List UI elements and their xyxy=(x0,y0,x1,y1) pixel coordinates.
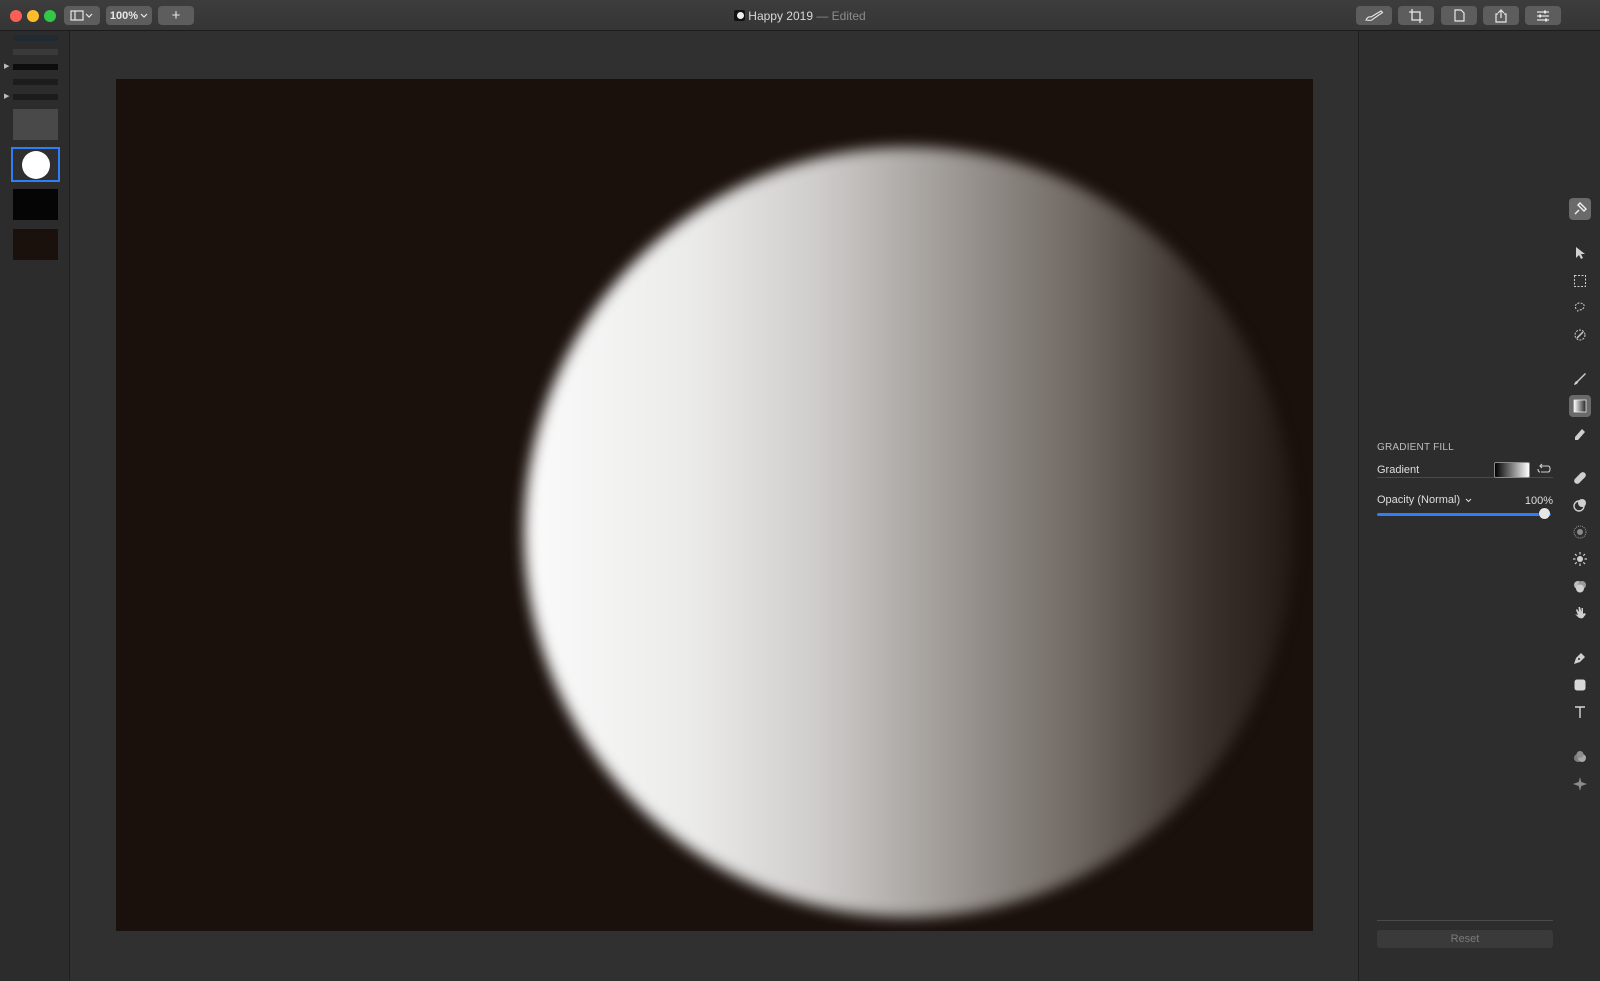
canvas-area xyxy=(70,31,1358,981)
brush-icon xyxy=(1365,9,1384,21)
adjustments-button[interactable] xyxy=(1525,6,1561,25)
layer-text-thumbnail[interactable] xyxy=(13,49,58,55)
magic-select-icon xyxy=(1574,329,1586,341)
title-bar: 100% + Happy 2019 — Edited xyxy=(0,0,1600,31)
color-adjust-icon xyxy=(1574,581,1586,593)
pen-nib-icon xyxy=(1574,653,1585,664)
blur-icon xyxy=(1573,525,1587,539)
layer-group-thumbnail[interactable] xyxy=(13,79,58,85)
hand-smudge-icon xyxy=(1575,607,1586,619)
text-t-icon xyxy=(1575,706,1585,718)
sparkle-tool[interactable] xyxy=(1569,773,1591,795)
rectangle-select-icon xyxy=(1574,275,1586,287)
crop-button[interactable] xyxy=(1398,6,1434,25)
layer-group-thumbnail[interactable] xyxy=(13,64,58,70)
opacity-value: 100% xyxy=(1524,495,1553,507)
paint-brush-tool[interactable] xyxy=(1569,368,1591,390)
layer-gray-thumbnail[interactable] xyxy=(13,109,58,140)
lasso-icon xyxy=(1574,302,1585,314)
opacity-slider-knob[interactable] xyxy=(1539,508,1550,519)
section-title: GRADIENT FILL xyxy=(1377,442,1454,453)
retouch-tool[interactable] xyxy=(1569,467,1591,489)
color-tool[interactable] xyxy=(1569,575,1591,597)
disclosure-triangle-icon[interactable]: ▶ xyxy=(4,92,9,100)
blur-tool[interactable] xyxy=(1569,521,1591,543)
document-icon xyxy=(1453,9,1465,22)
tool-brush-settings-icon xyxy=(1574,202,1587,215)
magic-select-tool[interactable] xyxy=(1569,324,1591,346)
rect-select-tool[interactable] xyxy=(1569,270,1591,292)
reset-button[interactable]: Reset xyxy=(1377,930,1553,948)
sun-icon xyxy=(1573,552,1587,566)
document-name: Happy 2019 xyxy=(748,9,813,23)
document-thumbnail-icon xyxy=(734,10,746,21)
layer-circle-thumbnail-selected[interactable] xyxy=(11,147,60,182)
opacity-dropdown[interactable]: Opacity (Normal) xyxy=(1377,494,1472,506)
inspector-panel: GRADIENT FILL Gradient Opacity (Normal) … xyxy=(1358,31,1560,981)
gradient-label: Gradient xyxy=(1377,464,1420,476)
eraser-icon xyxy=(1575,429,1585,440)
layers-sidebar: ▶ ▶ xyxy=(0,31,70,981)
tool-strip xyxy=(1560,31,1600,981)
pen-tool[interactable] xyxy=(1569,647,1591,669)
gradient-swatch[interactable] xyxy=(1494,462,1530,478)
share-icon xyxy=(1495,8,1507,23)
lasso-tool[interactable] xyxy=(1569,297,1591,319)
brush-button[interactable] xyxy=(1356,6,1392,25)
adjustments-icon xyxy=(1537,10,1549,21)
arrange-tool[interactable] xyxy=(1569,198,1591,220)
gradient-circle xyxy=(524,147,1294,917)
gradient-fill-icon xyxy=(1573,399,1587,413)
layer-background-thumbnail[interactable] xyxy=(13,229,58,260)
layer-black-thumbnail[interactable] xyxy=(13,189,58,220)
layer-group-thumbnail[interactable] xyxy=(13,35,58,41)
opacity-slider-track[interactable] xyxy=(1377,513,1551,516)
share-button[interactable] xyxy=(1483,6,1519,25)
star-sparkle-icon xyxy=(1573,777,1587,791)
paint-brush-icon xyxy=(1574,373,1586,385)
chevron-down-icon xyxy=(1465,498,1472,503)
arrow-cursor-icon xyxy=(1576,247,1585,259)
effects-tool[interactable] xyxy=(1569,746,1591,768)
circle-preview xyxy=(21,150,50,179)
lighten-tool[interactable] xyxy=(1569,548,1591,570)
clone-tool[interactable] xyxy=(1569,494,1591,516)
image-canvas[interactable] xyxy=(116,79,1313,931)
shape-tool[interactable] xyxy=(1569,674,1591,696)
move-tool[interactable] xyxy=(1569,242,1591,264)
rounded-square-icon xyxy=(1574,679,1586,691)
layer-group-thumbnail[interactable] xyxy=(13,94,58,100)
disclosure-triangle-icon[interactable]: ▶ xyxy=(4,62,9,70)
smudge-tool[interactable] xyxy=(1569,602,1591,624)
reverse-gradient-icon[interactable] xyxy=(1537,463,1551,475)
bandage-icon xyxy=(1574,472,1586,484)
text-tool[interactable] xyxy=(1569,701,1591,723)
eraser-tool[interactable] xyxy=(1569,423,1591,445)
edited-status: — Edited xyxy=(813,9,866,23)
effects-circles-icon xyxy=(1574,751,1586,762)
opacity-label: Opacity (Normal) xyxy=(1377,494,1461,506)
document-button[interactable] xyxy=(1441,6,1477,25)
crop-icon xyxy=(1409,8,1423,23)
gradient-fill-tool[interactable] xyxy=(1569,395,1591,417)
divider xyxy=(1377,920,1553,921)
clone-stamp-icon xyxy=(1573,499,1586,512)
